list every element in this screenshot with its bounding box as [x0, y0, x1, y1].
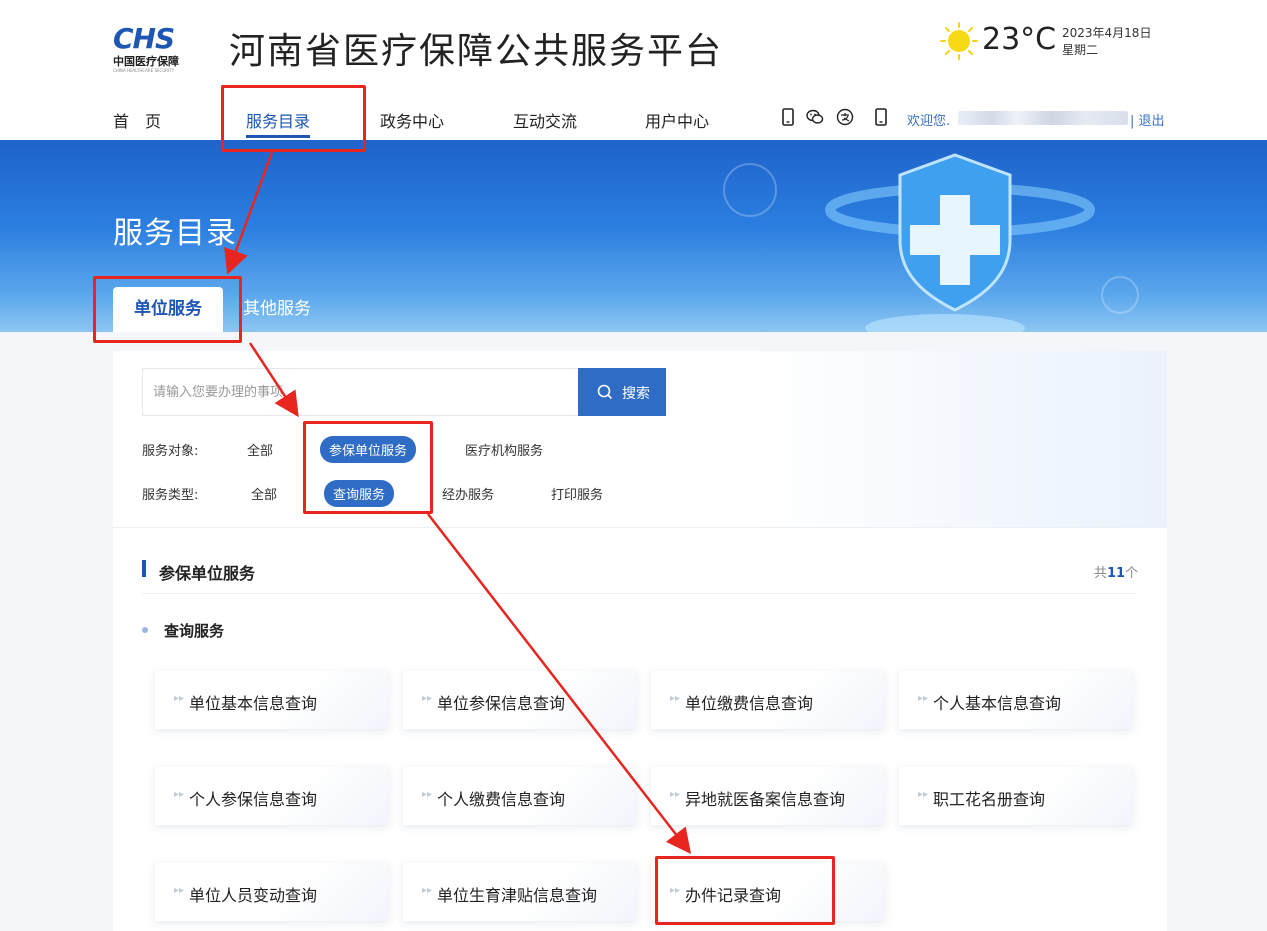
section-title: 参保单位服务 [159, 564, 256, 583]
tab-other-services[interactable]: 其他服务 [243, 287, 311, 332]
service-card-personal-basic-info[interactable]: ▸▸ 个人基本信息查询 [899, 671, 1133, 729]
subsection-bullet [142, 627, 148, 633]
service-card-unit-staff-change[interactable]: ▸▸ 单位人员变动查询 [155, 863, 389, 921]
subsection-title: 查询服务 [164, 622, 225, 640]
service-target-label: 服务对象: [142, 444, 199, 459]
service-card-label: 个人缴费信息查询 [437, 790, 566, 809]
service-card-label: 个人基本信息查询 [933, 694, 1062, 713]
double-arrow-icon: ▸▸ [174, 693, 185, 704]
service-card-personal-insurance-info[interactable]: ▸▸ 个人参保信息查询 [155, 767, 389, 825]
service-card-personal-payment-info[interactable]: ▸▸ 个人缴费信息查询 [403, 767, 637, 825]
type-option-handling[interactable]: 经办服务 [442, 484, 494, 503]
service-card-label: 单位缴费信息查询 [685, 694, 814, 713]
double-arrow-icon: ▸▸ [670, 789, 681, 800]
search-icon [597, 384, 613, 400]
count-suffix: 个 [1125, 566, 1139, 581]
temperature: 23°C [982, 22, 1057, 57]
mobile-icon[interactable] [779, 108, 797, 126]
section-marker [142, 560, 146, 577]
double-arrow-icon: ▸▸ [422, 789, 433, 800]
weekday-text: 星期二 [1062, 43, 1099, 57]
service-card-label: 单位人员变动查询 [189, 886, 318, 905]
site-header: CHS 中国医疗保障 CHINA HEALTHCARE SECURITY 河南省… [0, 0, 1267, 140]
service-card-label: 单位参保信息查询 [437, 694, 566, 713]
service-card-label: 个人参保信息查询 [189, 790, 318, 809]
section-count: 共11个 [1094, 562, 1138, 581]
count-prefix: 共 [1094, 566, 1108, 581]
service-card-unit-maternity-allowance[interactable]: ▸▸ 单位生育津贴信息查询 [403, 863, 637, 921]
nav-user-center[interactable]: 用户中心 [645, 108, 709, 132]
service-type-label: 服务类型: [142, 488, 199, 503]
double-arrow-icon: ▸▸ [422, 885, 433, 896]
target-option-medical-institution[interactable]: 医疗机构服务 [465, 440, 543, 459]
nav-government-center[interactable]: 政务中心 [380, 108, 444, 132]
double-arrow-icon: ▸▸ [174, 885, 185, 896]
welcome-text: 欢迎您. [907, 114, 951, 129]
service-card-label: 单位基本信息查询 [189, 694, 318, 713]
service-card-unit-insurance-info[interactable]: ▸▸ 单位参保信息查询 [403, 671, 637, 729]
double-arrow-icon: ▸▸ [918, 693, 929, 704]
service-card-label: 职工花名册查询 [933, 790, 1046, 809]
logo-mark: CHS [113, 22, 175, 55]
search-button[interactable]: 搜索 [578, 368, 666, 416]
search-box [142, 368, 579, 416]
logo-text-cn: 中国医疗保障 [113, 55, 179, 68]
date-block: 2023年4月18日 星期二 [1062, 25, 1151, 59]
service-card-unit-basic-info[interactable]: ▸▸ 单位基本信息查询 [155, 671, 389, 729]
logo-text-en: CHINA HEALTHCARE SECURITY [113, 68, 175, 73]
alipay-icon[interactable] [836, 108, 854, 126]
double-arrow-icon: ▸▸ [670, 693, 681, 704]
annotation-box-filters [303, 421, 433, 514]
service-card-label: 异地就医备案信息查询 [685, 790, 846, 809]
search-button-label: 搜索 [622, 386, 650, 402]
annotation-box-tab [93, 276, 242, 343]
annotation-box-target-card [655, 856, 835, 925]
logout-link[interactable]: | 退出 [1130, 110, 1165, 129]
double-arrow-icon: ▸▸ [918, 789, 929, 800]
search-input[interactable] [153, 369, 568, 415]
nav-interaction[interactable]: 互动交流 [513, 108, 577, 132]
date-text: 2023年4月18日 [1062, 26, 1152, 40]
banner-title: 服务目录 [113, 216, 237, 251]
site-title: 河南省医疗保障公共服务平台 [229, 31, 724, 72]
service-card-employee-roster[interactable]: ▸▸ 职工花名册查询 [899, 767, 1133, 825]
blurred-username [958, 111, 1128, 125]
double-arrow-icon: ▸▸ [422, 693, 433, 704]
target-option-all[interactable]: 全部 [247, 440, 273, 459]
double-arrow-icon: ▸▸ [174, 789, 185, 800]
content-panel: 搜索 服务对象: 全部 参保单位服务 医疗机构服务 服务类型: 全部 查询服务 … [113, 351, 1167, 931]
sun-icon [940, 22, 978, 60]
wechat-icon[interactable] [806, 108, 824, 126]
type-option-print[interactable]: 打印服务 [551, 484, 603, 503]
tablet-icon[interactable] [872, 108, 890, 126]
chs-logo[interactable]: CHS 中国医疗保障 CHINA HEALTHCARE SECURITY [113, 22, 197, 74]
annotation-box-nav [221, 85, 366, 152]
service-card-unit-payment-info[interactable]: ▸▸ 单位缴费信息查询 [651, 671, 885, 729]
section-divider [142, 593, 1137, 594]
service-card-label: 单位生育津贴信息查询 [437, 886, 598, 905]
count-value: 11 [1107, 566, 1126, 581]
nav-home[interactable]: 首 页 [113, 108, 161, 132]
service-card-offsite-medical-record[interactable]: ▸▸ 异地就医备案信息查询 [651, 767, 885, 825]
type-option-all[interactable]: 全部 [251, 484, 277, 503]
